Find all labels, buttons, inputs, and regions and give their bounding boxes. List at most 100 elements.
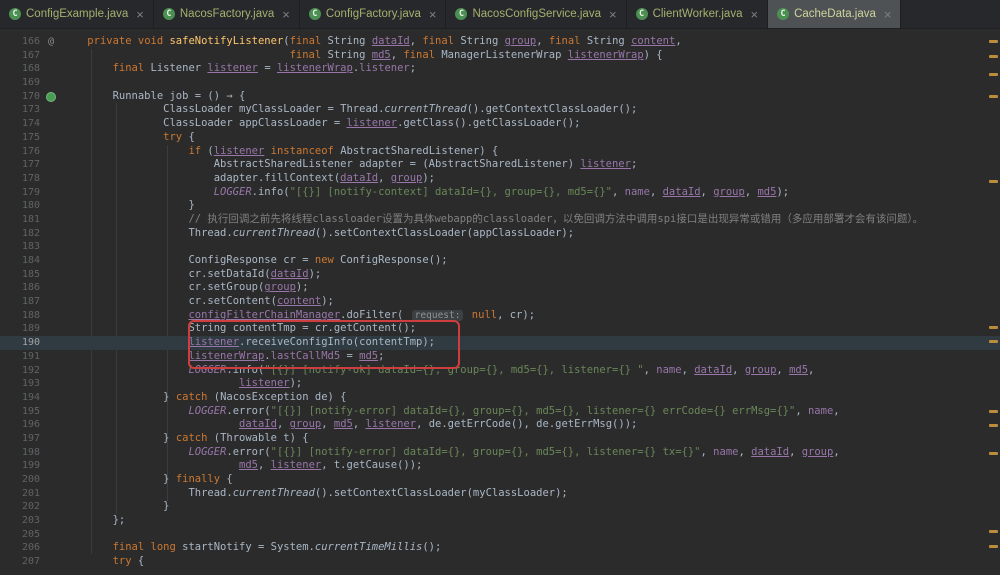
line-number[interactable]: 180 [0,199,40,213]
code-line-206[interactable]: 206 final long startNotify = System.curr… [0,541,1000,555]
line-number[interactable]: 198 [0,446,40,460]
code-line-174[interactable]: 174 ClassLoader appClassLoader = listene… [0,117,1000,131]
line-number[interactable]: 202 [0,500,40,514]
code-line-203[interactable]: 203 }; [0,514,1000,528]
code-line-176[interactable]: 176 if (listener instanceof AbstractShar… [0,145,1000,159]
code-line-195[interactable]: 195 LOGGER.error("[{}] [notify-error] da… [0,405,1000,419]
warning-stripe-mark[interactable] [989,40,998,43]
line-number[interactable]: 199 [0,459,40,473]
line-number[interactable]: 193 [0,377,40,391]
code-line-173[interactable]: 173 ClassLoader myClassLoader = Thread.c… [0,103,1000,117]
gutter-icon-cell[interactable] [40,90,62,104]
code-line-196[interactable]: 196 dataId, group, md5, listener, de.get… [0,418,1000,432]
warning-stripe-mark[interactable] [989,180,998,183]
line-number[interactable]: 178 [0,172,40,186]
error-stripe[interactable] [987,29,1000,575]
code-line-183[interactable]: 183 [0,240,1000,254]
code-line-194[interactable]: 194 } catch (NacosException de) { [0,391,1000,405]
warning-stripe-mark[interactable] [989,410,998,413]
code-line-201[interactable]: 201 Thread.currentThread().setContextCla… [0,487,1000,501]
line-number[interactable]: 190 [0,336,40,350]
warning-stripe-mark[interactable] [989,73,998,76]
line-number[interactable]: 203 [0,514,40,528]
code-line-207[interactable]: 207 try { [0,555,1000,569]
gutter-marker-icon[interactable] [46,91,56,102]
tab-CacheData.java[interactable]: C CacheData.java × [768,0,902,28]
code-line-178[interactable]: 178 adapter.fillContext(dataId, group); [0,172,1000,186]
line-number[interactable]: 205 [0,528,40,542]
code-line-197[interactable]: 197 } catch (Throwable t) { [0,432,1000,446]
warning-stripe-mark[interactable] [989,545,998,548]
line-number[interactable]: 166 [0,35,40,49]
line-number[interactable]: 197 [0,432,40,446]
line-number[interactable]: 191 [0,350,40,364]
line-number[interactable]: 169 [0,76,40,90]
code-line-189[interactable]: 189 String contentTmp = cr.getContent(); [0,322,1000,336]
line-number[interactable]: 194 [0,391,40,405]
line-number[interactable]: 176 [0,145,40,159]
tab-NacosFactory.java[interactable]: C NacosFactory.java × [154,0,300,28]
code-line-182[interactable]: 182 Thread.currentThread().setContextCla… [0,227,1000,241]
tab-ConfigExample.java[interactable]: C ConfigExample.java × [0,0,154,28]
code-line-191[interactable]: 191 listenerWrap.lastCallMd5 = md5; [0,350,1000,364]
code-line-167[interactable]: 167 final String md5, final ManagerListe… [0,49,1000,63]
line-number[interactable]: 206 [0,541,40,555]
code-line-181[interactable]: 181 // 执行回调之前先将线程classloader设置为具体webapp的… [0,213,1000,227]
code-line-166[interactable]: 166 @ private void safeNotifyListener(fin… [0,35,1000,49]
code-line-202[interactable]: 202 } [0,500,1000,514]
line-number[interactable]: 181 [0,213,40,227]
code-line-205[interactable]: 205 [0,528,1000,542]
tab-close-icon[interactable]: × [884,8,892,21]
line-number[interactable]: 182 [0,227,40,241]
warning-stripe-mark[interactable] [989,452,998,455]
tab-close-icon[interactable]: × [609,8,617,21]
tab-NacosConfigService.java[interactable]: C NacosConfigService.java × [446,0,627,28]
line-number[interactable]: 187 [0,295,40,309]
warning-stripe-mark[interactable] [989,326,998,329]
code-line-186[interactable]: 186 cr.setGroup(group); [0,281,1000,295]
line-number[interactable]: 185 [0,268,40,282]
warning-stripe-mark[interactable] [989,55,998,58]
warning-stripe-mark[interactable] [989,424,998,427]
warning-stripe-mark[interactable] [989,530,998,533]
line-number[interactable]: 177 [0,158,40,172]
line-number[interactable]: 179 [0,186,40,200]
tab-close-icon[interactable]: × [282,8,290,21]
code-line-170[interactable]: 170 Runnable job = () → { [0,90,1000,104]
tab-close-icon[interactable]: × [136,8,144,21]
line-number[interactable]: 188 [0,309,40,323]
code-line-192[interactable]: 192 LOGGER.info("[{}] [notify-ok] dataId… [0,364,1000,378]
line-number[interactable]: 170 [0,90,40,104]
line-number[interactable]: 200 [0,473,40,487]
line-number[interactable]: 201 [0,487,40,501]
code-line-169[interactable]: 169 [0,76,1000,90]
code-line-193[interactable]: 193 listener); [0,377,1000,391]
line-number[interactable]: 207 [0,555,40,569]
tab-ConfigFactory.java[interactable]: C ConfigFactory.java × [300,0,447,28]
tab-close-icon[interactable]: × [750,8,758,21]
line-number[interactable]: 189 [0,322,40,336]
warning-stripe-mark[interactable] [989,95,998,98]
code-line-198[interactable]: 198 LOGGER.error("[{}] [notify-error] da… [0,446,1000,460]
code-line-190[interactable]: 190 listener.receiveConfigInfo(contentTm… [0,336,1000,350]
code-line-188[interactable]: 188 configFilterChainManager.doFilter( r… [0,309,1000,323]
line-number[interactable]: 195 [0,405,40,419]
line-number[interactable]: 183 [0,240,40,254]
code-line-185[interactable]: 185 cr.setDataId(dataId); [0,268,1000,282]
code-line-175[interactable]: 175 try { [0,131,1000,145]
code-line-180[interactable]: 180 } [0,199,1000,213]
tab-close-icon[interactable]: × [429,8,437,21]
code-line-200[interactable]: 200 } finally { [0,473,1000,487]
code-editor[interactable]: 166 @ private void safeNotifyListener(fin… [0,29,1000,575]
line-number[interactable]: 186 [0,281,40,295]
line-number[interactable]: 167 [0,49,40,63]
code-line-177[interactable]: 177 AbstractSharedListener adapter = (Ab… [0,158,1000,172]
code-line-199[interactable]: 199 md5, listener, t.getCause()); [0,459,1000,473]
tab-ClientWorker.java[interactable]: C ClientWorker.java × [627,0,769,28]
code-line-187[interactable]: 187 cr.setContent(content); [0,295,1000,309]
code-line-184[interactable]: 184 ConfigResponse cr = new ConfigRespon… [0,254,1000,268]
line-number[interactable]: 175 [0,131,40,145]
code-line-179[interactable]: 179 LOGGER.info("[{}] [notify-context] d… [0,186,1000,200]
line-number[interactable]: 174 [0,117,40,131]
line-number[interactable]: 168 [0,62,40,76]
